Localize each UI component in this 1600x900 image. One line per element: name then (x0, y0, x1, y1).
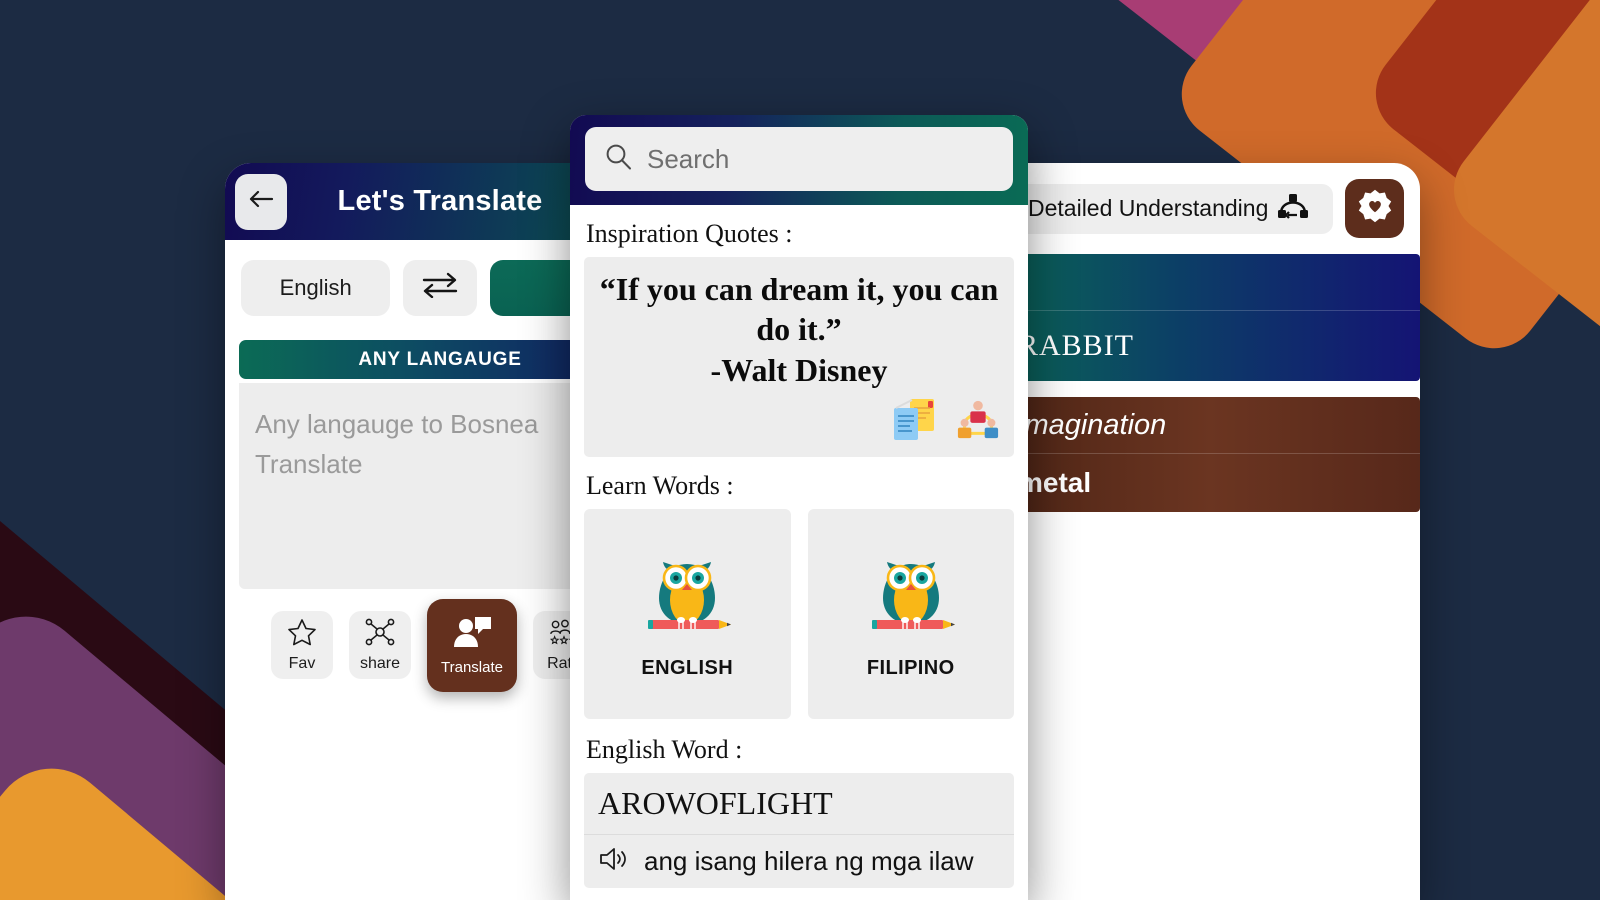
arrow-left-icon (248, 188, 274, 215)
result-card-rabbit[interactable]: RABBIT (1000, 254, 1420, 381)
search-input[interactable]: Search (585, 127, 1013, 191)
heart-badge-icon (1357, 188, 1393, 229)
result-card-rabbit-top (1000, 254, 1420, 311)
center-panel: Search Inspiration Quotes : “If you can … (570, 115, 1028, 900)
network-nodes-icon (1276, 191, 1310, 227)
english-word-title: English Word : (586, 735, 743, 764)
owl-pencil-icon (639, 548, 735, 645)
right-panel: Detailed Understanding RABBIT imaginatio… (1000, 163, 1420, 900)
learn-word-card-filipino[interactable]: FILIPINO (807, 509, 1014, 719)
result-card-metal[interactable]: imagination metal (1000, 397, 1420, 512)
translate-label: Translate (441, 659, 503, 676)
settings-button[interactable] (1345, 179, 1404, 238)
result-card-metal-text: metal (1018, 467, 1092, 498)
center-panel-header: Search (570, 115, 1028, 205)
share-nodes-icon (365, 618, 395, 651)
quote-author: -Walt Disney (710, 351, 888, 388)
search-placeholder: Search (647, 143, 730, 174)
learn-words-grid: ENGLISH FILIPINO (584, 509, 1014, 719)
english-word-definition-row: ang isang hilera ng mga ilaw (584, 835, 1014, 888)
result-card-metal-top: imagination (1000, 397, 1420, 454)
owl-pencil-icon (863, 548, 959, 645)
inspiration-quotes-title: Inspiration Quotes : (586, 219, 793, 248)
right-panel-topbar: Detailed Understanding (1000, 163, 1420, 238)
translate-button[interactable]: Translate (427, 599, 517, 692)
notes-documents-icon (892, 396, 936, 447)
mindmap-icon (956, 396, 1000, 447)
back-button[interactable] (235, 173, 287, 230)
share-button[interactable]: share (349, 611, 411, 679)
quote-text: “If you can dream it, you can do it.” (599, 271, 999, 348)
center-panel-body: Inspiration Quotes : “If you can dream i… (570, 205, 1028, 900)
learn-word-label-filipino: FILIPINO (866, 657, 955, 679)
speaker-icon[interactable] (598, 845, 628, 878)
learn-word-card-english[interactable]: ENGLISH (584, 509, 791, 719)
swap-languages-button[interactable] (403, 260, 477, 316)
source-language-button[interactable]: English (241, 260, 391, 316)
person-speech-icon (451, 615, 493, 655)
search-icon (603, 142, 633, 177)
share-label: share (359, 654, 401, 672)
fav-button[interactable]: Fav (271, 611, 333, 679)
learn-words-title: Learn Words : (586, 471, 734, 500)
english-word-card[interactable]: AROWOFLIGHT ang isang hilera ng mga ilaw (584, 773, 1014, 888)
detailed-understanding-button[interactable]: Detailed Understanding (1016, 183, 1333, 234)
result-card-rabbit-text: RABBIT (1018, 329, 1135, 362)
learn-word-label-english: ENGLISH (641, 657, 734, 679)
quote-card-icons (892, 396, 1000, 447)
star-icon (287, 618, 317, 651)
english-word-definition: ang isang hilera ng mga ilaw (644, 846, 974, 876)
english-word-value: AROWOFLIGHT (584, 773, 1014, 835)
detailed-understanding-label: Detailed Understanding (1028, 195, 1269, 221)
swap-arrows-icon (420, 272, 460, 305)
fav-label: Fav (288, 654, 316, 672)
inspiration-quote-card[interactable]: “If you can dream it, you can do it.” -W… (584, 257, 1014, 457)
